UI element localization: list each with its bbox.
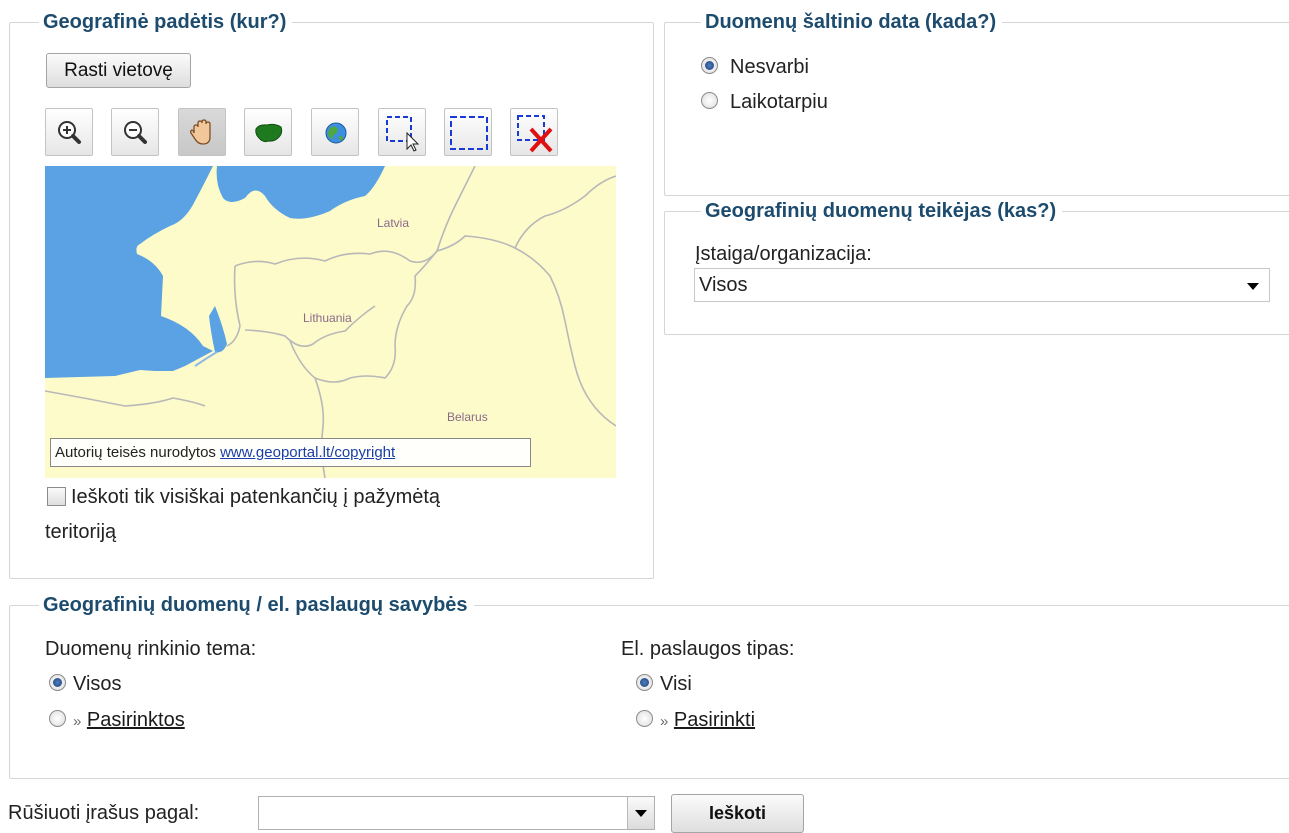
- lithuania-extent-button[interactable]: [244, 108, 292, 156]
- sort-select[interactable]: [258, 796, 655, 830]
- contained-only-label-line2: teritoriją: [45, 521, 117, 543]
- zoom-in-button[interactable]: [45, 108, 93, 156]
- map-label-lithuania: Lithuania: [303, 311, 352, 325]
- map-copyright: Autorių teisės nurodytos www.geoportal.l…: [50, 438, 531, 467]
- theme-radio-pasirinktos[interactable]: [49, 710, 66, 727]
- properties-fieldset: [9, 605, 1289, 779]
- clear-selection-button[interactable]: [510, 108, 558, 156]
- world-extent-button[interactable]: [311, 108, 359, 156]
- theme-option-pasirinktos[interactable]: Pasirinktos: [87, 709, 185, 731]
- service-option-visi: Visi: [660, 673, 692, 695]
- contained-only-checkbox[interactable]: [47, 487, 66, 506]
- map-copyright-link[interactable]: www.geoportal.lt/copyright: [220, 444, 395, 461]
- map-label-belarus: Belarus: [447, 410, 488, 424]
- theme-option-pasirinktos-row: » Pasirinktos: [73, 708, 185, 734]
- theme-option-visos: Visos: [73, 673, 122, 695]
- double-chevron-right-icon: »: [660, 713, 669, 730]
- sort-dropdown-button[interactable]: [627, 797, 654, 829]
- theme-label: Duomenų rinkinio tema:: [45, 638, 257, 660]
- theme-radio-visos[interactable]: [49, 674, 66, 691]
- lithuania-extent-icon: [255, 123, 283, 143]
- service-option-pasirinkti[interactable]: Pasirinkti: [674, 709, 755, 731]
- chevron-down-icon: [635, 810, 647, 817]
- find-location-button[interactable]: Rasti vietovę: [46, 53, 191, 88]
- draw-rectangle-button[interactable]: [444, 108, 492, 156]
- double-chevron-right-icon: »: [73, 713, 82, 730]
- provider-label: Įstaiga/organizacija:: [695, 243, 872, 265]
- service-type-label: El. paslaugos tipas:: [621, 638, 795, 660]
- chevron-down-icon: [1247, 283, 1259, 290]
- provider-select[interactable]: Visos: [694, 268, 1270, 302]
- select-area-button[interactable]: [378, 108, 426, 156]
- pan-button[interactable]: [178, 108, 226, 156]
- date-legend: Duomenų šaltinio data (kada?): [701, 11, 1003, 33]
- zoom-in-icon: [58, 121, 81, 144]
- map-copyright-text: Autorių teisės nurodytos: [55, 444, 216, 461]
- provider-legend: Geografinių duomenų teikėjas (kas?): [701, 200, 1063, 222]
- date-radio-laikotarpiu[interactable]: [701, 92, 718, 109]
- pan-hand-icon: [190, 119, 211, 145]
- date-option-laikotarpiu: Laikotarpiu: [730, 91, 828, 113]
- service-radio-pasirinkti[interactable]: [636, 710, 653, 727]
- service-radio-visi[interactable]: [636, 674, 653, 691]
- sort-label: Rūšiuoti įrašus pagal:: [8, 802, 200, 824]
- properties-legend: Geografinių duomenų / el. paslaugų savyb…: [39, 594, 474, 616]
- location-legend: Geografinė padėtis (kur?): [39, 11, 293, 33]
- zoom-out-button[interactable]: [111, 108, 159, 156]
- map-label-latvia: Latvia: [377, 216, 410, 230]
- draw-rectangle-icon: [450, 116, 488, 150]
- globe-icon: [325, 122, 347, 144]
- provider-select-value: Visos: [699, 274, 748, 296]
- map-viewer[interactable]: Latvia Lithuania Belarus Autorių teisės …: [45, 166, 616, 478]
- search-button[interactable]: Ieškoti: [671, 794, 804, 833]
- clear-selection-icon: [517, 115, 553, 153]
- date-radio-nesvarbi[interactable]: [701, 57, 718, 74]
- date-option-nesvarbi: Nesvarbi: [730, 56, 809, 78]
- zoom-out-icon: [124, 121, 147, 144]
- service-option-pasirinkti-row: » Pasirinkti: [660, 708, 755, 734]
- contained-only-label-line1: Ieškoti tik visiškai patenkančių į pažym…: [71, 486, 441, 508]
- select-area-icon: [386, 116, 420, 152]
